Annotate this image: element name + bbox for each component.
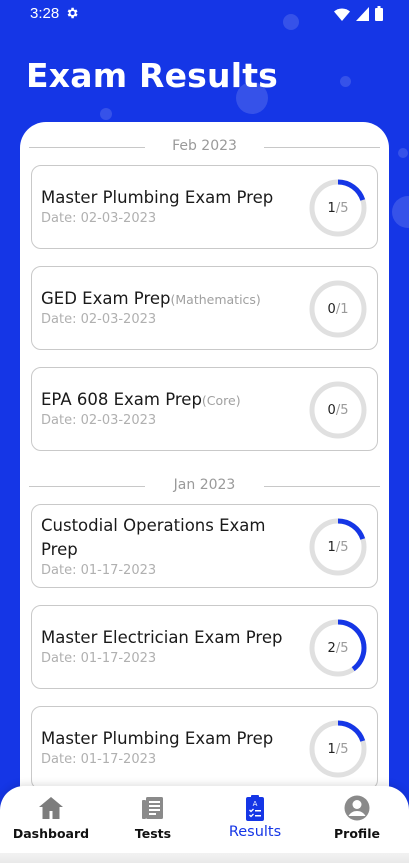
month-label: Jan 2023: [173, 477, 236, 493]
nav-tests[interactable]: Tests: [108, 792, 198, 846]
background-bubble: [398, 148, 408, 158]
status-time: 3:28: [30, 5, 60, 22]
nav-dashboard[interactable]: Dashboard: [6, 792, 96, 846]
results-list[interactable]: Feb 2023 Master Plumbing Exam Prep Date:…: [20, 122, 389, 822]
exam-date: Date: 02-03-2023: [41, 413, 157, 428]
nav-label: Profile: [334, 826, 380, 841]
signal-icon: [356, 6, 369, 21]
score-value: 1/5: [327, 741, 349, 757]
background-bubble: [100, 108, 112, 120]
home-icon: [39, 797, 63, 819]
divider: [264, 486, 380, 487]
score-value: 2/5: [327, 640, 349, 656]
exam-date: Date: 01-17-2023: [41, 563, 157, 578]
status-bar: 3:28: [0, 0, 409, 28]
exam-date: Date: 01-17-2023: [41, 752, 157, 767]
month-label: Feb 2023: [172, 138, 237, 154]
background-bubble: [340, 76, 351, 87]
exam-result-card[interactable]: Master Plumbing Exam Prep Date: 01-17-20…: [31, 706, 378, 790]
wifi-icon: [334, 8, 350, 21]
page-title: Exam Results: [26, 56, 279, 95]
background-bubble: [392, 196, 409, 228]
exam-title: Master Plumbing Exam Prep: [41, 729, 274, 748]
nav-results[interactable]: A Results: [210, 792, 300, 846]
score-value: 0/1: [327, 301, 349, 317]
svg-text:A: A: [253, 800, 258, 808]
exam-title: Master Electrician Exam Prep: [41, 628, 283, 647]
settings-gear-icon: [67, 7, 78, 19]
person-icon: [344, 795, 370, 821]
clipboard-icon: A: [246, 795, 264, 821]
nav-label: Tests: [134, 826, 172, 841]
exam-result-card[interactable]: Custodial Operations Exam Prep Date: 01-1…: [31, 504, 378, 588]
score-value: 0/5: [327, 402, 349, 418]
document-icon: [142, 797, 163, 819]
month-header: Feb 2023: [20, 137, 389, 157]
exam-title: Master Plumbing Exam Prep: [41, 188, 274, 207]
exam-title: EPA 608 Exam Prep(Core): [41, 390, 241, 409]
exam-result-card[interactable]: EPA 608 Exam Prep(Core) Date: 02-03-2023…: [31, 367, 378, 451]
exam-result-card[interactable]: Master Electrician Exam Prep Date: 01-17…: [31, 605, 378, 689]
nav-label: Dashboard: [12, 826, 90, 841]
nav-label: Results: [228, 824, 282, 840]
bottom-navigation: Dashboard Tests A Results Profile: [0, 786, 409, 863]
exam-date: Date: 02-03-2023: [41, 211, 157, 226]
exam-date: Date: 02-03-2023: [41, 312, 157, 327]
month-header: Jan 2023: [20, 476, 389, 496]
exam-result-card[interactable]: Master Plumbing Exam Prep Date: 02-03-20…: [31, 165, 378, 249]
divider: [264, 147, 380, 148]
exam-date: Date: 01-17-2023: [41, 651, 157, 666]
exam-result-card[interactable]: GED Exam Prep(Mathematics) Date: 02-03-2…: [31, 266, 378, 350]
home-indicator: [0, 853, 409, 863]
score-value: 1/5: [327, 539, 349, 555]
battery-icon: [375, 6, 383, 21]
nav-profile[interactable]: Profile: [312, 792, 402, 846]
score-value: 1/5: [327, 200, 349, 216]
exam-title: Custodial Operations Exam Prep: [41, 516, 266, 559]
exam-title: GED Exam Prep(Mathematics): [41, 289, 261, 308]
